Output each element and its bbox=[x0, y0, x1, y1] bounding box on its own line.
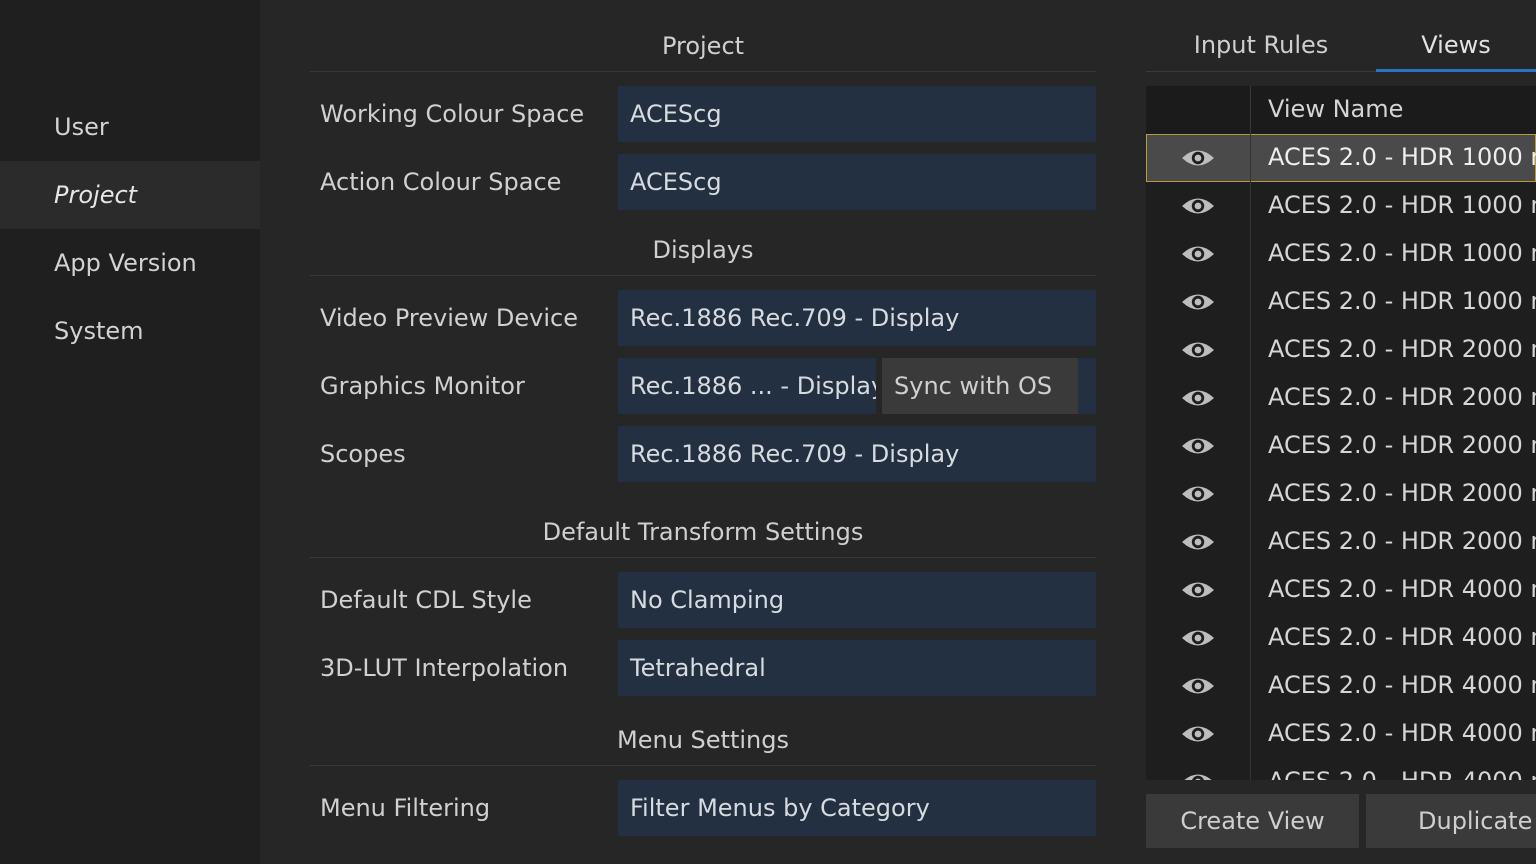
eye-icon[interactable] bbox=[1180, 723, 1216, 745]
section-title-project: Project bbox=[310, 24, 1096, 72]
view-name-cell: ACES 2.0 - HDR 2000 ni bbox=[1268, 527, 1536, 555]
video-preview-device-select[interactable]: Rec.1886 Rec.709 - Display bbox=[618, 290, 1096, 346]
eye-icon[interactable] bbox=[1180, 675, 1216, 697]
column-divider bbox=[1250, 374, 1251, 422]
view-name-cell: ACES 2.0 - HDR 1000 ni bbox=[1268, 239, 1536, 267]
eye-icon[interactable] bbox=[1180, 771, 1216, 780]
eye-icon[interactable] bbox=[1180, 531, 1216, 553]
section-title-displays: Displays bbox=[310, 228, 1096, 276]
lut-interpolation-label: 3D-LUT Interpolation bbox=[320, 654, 569, 682]
column-divider bbox=[1250, 326, 1251, 374]
table-header: View Name bbox=[1146, 86, 1536, 134]
settings-panel: Project Working Colour Space ACEScg Acti… bbox=[260, 0, 1130, 864]
view-name-cell: ACES 2.0 - HDR 4000 ni bbox=[1268, 623, 1536, 651]
eye-icon[interactable] bbox=[1180, 579, 1216, 601]
eye-icon[interactable] bbox=[1180, 243, 1216, 265]
table-row[interactable]: ACES 2.0 - HDR 4000 ni bbox=[1146, 614, 1536, 662]
sidebar-item-system[interactable]: System bbox=[0, 297, 260, 365]
create-view-button[interactable]: Create View bbox=[1146, 794, 1359, 848]
view-name-cell: ACES 2.0 - HDR 4000 ni bbox=[1268, 575, 1536, 603]
action-colour-space-select[interactable]: ACEScg bbox=[618, 154, 1096, 210]
default-cdl-style-label: Default CDL Style bbox=[320, 586, 532, 614]
views-panel: Input Rules Views View Name ACES 2.0 - H… bbox=[1130, 0, 1536, 864]
eye-icon[interactable] bbox=[1180, 291, 1216, 313]
sidebar-item-app-version[interactable]: App Version bbox=[0, 229, 260, 297]
graphics-monitor-field-end bbox=[1078, 358, 1096, 414]
eye-icon[interactable] bbox=[1180, 195, 1216, 217]
tab-views[interactable]: Views bbox=[1376, 20, 1536, 70]
column-divider bbox=[1250, 566, 1251, 614]
table-row[interactable]: ACES 2.0 - HDR 2000 ni bbox=[1146, 422, 1536, 470]
action-colour-space-label: Action Colour Space bbox=[320, 168, 562, 196]
active-tab-indicator bbox=[1376, 69, 1536, 72]
sidebar-item-user[interactable]: User bbox=[0, 93, 260, 161]
eye-icon[interactable] bbox=[1180, 483, 1216, 505]
column-divider bbox=[1250, 758, 1251, 780]
eye-icon[interactable] bbox=[1180, 147, 1216, 169]
view-name-column-header[interactable]: View Name bbox=[1268, 86, 1403, 132]
video-preview-device-label: Video Preview Device bbox=[320, 304, 578, 332]
duplicate-button[interactable]: Duplicate bbox=[1366, 794, 1536, 848]
table-row[interactable]: ACES 2.0 - HDR 1000 ni bbox=[1146, 134, 1536, 182]
column-divider bbox=[1250, 422, 1251, 470]
column-divider bbox=[1250, 470, 1251, 518]
table-row[interactable]: ACES 2.0 - HDR 1000 ni bbox=[1146, 278, 1536, 326]
column-divider bbox=[1250, 86, 1251, 134]
default-cdl-style-select[interactable]: No Clamping bbox=[618, 572, 1096, 628]
view-name-cell: ACES 2.0 - HDR 4000 ni bbox=[1268, 719, 1536, 747]
table-row[interactable]: ACES 2.0 - HDR 2000 ni bbox=[1146, 470, 1536, 518]
column-divider bbox=[1250, 230, 1251, 278]
views-table[interactable]: View Name ACES 2.0 - HDR 1000 ni ACES 2.0… bbox=[1146, 86, 1536, 780]
eye-icon[interactable] bbox=[1180, 627, 1216, 649]
table-row[interactable]: ACES 2.0 - HDR 2000 ni bbox=[1146, 374, 1536, 422]
menu-filtering-select[interactable]: Filter Menus by Category bbox=[618, 780, 1096, 836]
view-name-cell: ACES 2.0 - HDR 2000 ni bbox=[1268, 431, 1536, 459]
sync-with-os-button[interactable]: Sync with OS bbox=[882, 358, 1096, 414]
view-name-cell: ACES 2.0 - HDR 1000 ni bbox=[1268, 287, 1536, 315]
column-divider bbox=[1250, 662, 1251, 710]
scopes-select[interactable]: Rec.1886 Rec.709 - Display bbox=[618, 426, 1096, 482]
working-colour-space-label: Working Colour Space bbox=[320, 100, 585, 128]
table-row[interactable]: ACES 2.0 - HDR 1000 ni bbox=[1146, 230, 1536, 278]
scopes-label: Scopes bbox=[320, 440, 406, 468]
table-row[interactable]: ACES 2.0 - HDR 2000 ni bbox=[1146, 326, 1536, 374]
table-row[interactable]: ACES 2.0 - HDR 4000 ni bbox=[1146, 566, 1536, 614]
eye-icon[interactable] bbox=[1180, 387, 1216, 409]
column-divider bbox=[1250, 182, 1251, 230]
table-row[interactable]: ACES 2.0 - HDR 1000 ni bbox=[1146, 182, 1536, 230]
eye-icon[interactable] bbox=[1180, 339, 1216, 361]
column-divider bbox=[1250, 710, 1251, 758]
view-name-cell: ACES 2.0 - HDR 4000 ni bbox=[1268, 758, 1536, 780]
menu-filtering-label: Menu Filtering bbox=[320, 794, 491, 822]
graphics-monitor-label: Graphics Monitor bbox=[320, 372, 525, 400]
view-name-cell: ACES 2.0 - HDR 4000 ni bbox=[1268, 671, 1536, 699]
column-divider bbox=[1250, 614, 1251, 662]
column-divider bbox=[1250, 134, 1251, 182]
view-name-cell: ACES 2.0 - HDR 1000 ni bbox=[1268, 191, 1536, 219]
table-row[interactable]: ACES 2.0 - HDR 4000 ni bbox=[1146, 758, 1536, 780]
view-name-cell: ACES 2.0 - HDR 2000 ni bbox=[1268, 479, 1536, 507]
eye-icon[interactable] bbox=[1180, 435, 1216, 457]
section-title-menu-settings: Menu Settings bbox=[310, 718, 1096, 766]
column-divider bbox=[1250, 278, 1251, 326]
table-row[interactable]: ACES 2.0 - HDR 4000 ni bbox=[1146, 662, 1536, 710]
view-name-cell: ACES 2.0 - HDR 2000 ni bbox=[1268, 383, 1536, 411]
section-title-default-transform-settings: Default Transform Settings bbox=[310, 510, 1096, 558]
sidebar-item-project[interactable]: Project bbox=[0, 161, 260, 229]
table-row[interactable]: ACES 2.0 - HDR 2000 ni bbox=[1146, 518, 1536, 566]
table-row[interactable]: ACES 2.0 - HDR 4000 ni bbox=[1146, 710, 1536, 758]
view-name-cell: ACES 2.0 - HDR 1000 ni bbox=[1268, 143, 1536, 171]
column-divider bbox=[1250, 518, 1251, 566]
working-colour-space-select[interactable]: ACEScg bbox=[618, 86, 1096, 142]
lut-interpolation-select[interactable]: Tetrahedral bbox=[618, 640, 1096, 696]
view-name-cell: ACES 2.0 - HDR 2000 ni bbox=[1268, 335, 1536, 363]
graphics-monitor-select[interactable]: Rec.1886 ... - Display bbox=[618, 358, 876, 414]
tab-input-rules[interactable]: Input Rules bbox=[1146, 20, 1376, 70]
sidebar: User Project App Version System bbox=[0, 0, 260, 864]
